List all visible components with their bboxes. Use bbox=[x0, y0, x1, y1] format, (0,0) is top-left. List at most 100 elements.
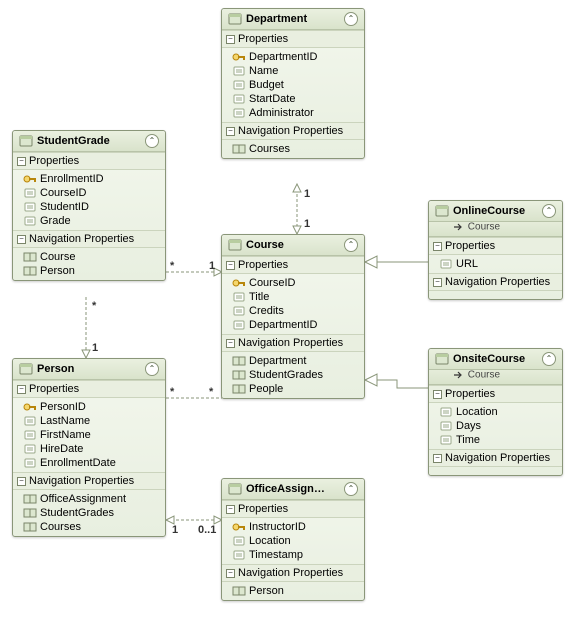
navprop-row[interactable]: StudentGrades bbox=[222, 368, 364, 382]
navprop-row[interactable]: Person bbox=[13, 264, 165, 278]
property-row[interactable]: FirstName bbox=[13, 428, 165, 442]
property-row[interactable]: Name bbox=[222, 64, 364, 78]
section-navprops-header[interactable]: −Navigation Properties bbox=[13, 472, 165, 490]
collapse-icon[interactable]: ⌃ bbox=[344, 12, 358, 26]
property-row[interactable]: Budget bbox=[222, 78, 364, 92]
section-properties-label: Properties bbox=[29, 155, 79, 167]
entity-header[interactable]: Department⌃ bbox=[222, 9, 364, 30]
collapse-minus-icon[interactable]: − bbox=[17, 477, 26, 486]
collapse-icon[interactable]: ⌃ bbox=[542, 204, 556, 218]
collapse-minus-icon[interactable]: − bbox=[433, 454, 442, 463]
property-row[interactable]: CourseID bbox=[13, 186, 165, 200]
section-properties-header[interactable]: −Properties bbox=[222, 256, 364, 274]
property-row[interactable]: PersonID bbox=[13, 400, 165, 414]
property-row[interactable]: Location bbox=[222, 534, 364, 548]
section-navprops-header[interactable]: −Navigation Properties bbox=[13, 230, 165, 248]
section-navprops-header[interactable]: −Navigation Properties bbox=[429, 449, 562, 467]
section-properties-header[interactable]: −Properties bbox=[429, 385, 562, 403]
property-row[interactable]: InstructorID bbox=[222, 520, 364, 534]
collapse-icon[interactable]: ⌃ bbox=[145, 362, 159, 376]
section-properties-header[interactable]: −Properties bbox=[429, 237, 562, 255]
property-label: StudentID bbox=[40, 201, 89, 213]
entity-title: StudentGrade bbox=[37, 135, 141, 147]
collapse-minus-icon[interactable]: − bbox=[433, 278, 442, 287]
navprop-row[interactable]: StudentGrades bbox=[13, 506, 165, 520]
entity-officeassignment[interactable]: OfficeAssign…⌃−Properties InstructorIDLoc… bbox=[221, 478, 365, 601]
navprop-row[interactable]: OfficeAssignment bbox=[13, 492, 165, 506]
entity-department[interactable]: Department⌃−Properties DepartmentIDNameBu… bbox=[221, 8, 365, 159]
section-properties-header[interactable]: −Properties bbox=[222, 500, 364, 518]
collapse-minus-icon[interactable]: − bbox=[226, 339, 235, 348]
property-row[interactable]: Location bbox=[429, 405, 562, 419]
property-label: DepartmentID bbox=[249, 319, 317, 331]
property-row[interactable]: Administrator bbox=[222, 106, 364, 120]
property-row[interactable]: EnrollmentID bbox=[13, 172, 165, 186]
property-row[interactable]: DepartmentID bbox=[222, 50, 364, 64]
section-properties-header[interactable]: −Properties bbox=[222, 30, 364, 48]
navprop-row[interactable]: Person bbox=[222, 584, 364, 598]
collapse-icon[interactable]: ⌃ bbox=[344, 482, 358, 496]
navprop-row[interactable]: Courses bbox=[13, 520, 165, 534]
entity-header[interactable]: Person⌃ bbox=[13, 359, 165, 380]
entity-course[interactable]: Course⌃−PropertiesCourseIDTitleCreditsDe… bbox=[221, 234, 365, 399]
property-row[interactable]: Time bbox=[429, 433, 562, 447]
navprop-row[interactable]: Courses bbox=[222, 142, 364, 156]
collapse-icon[interactable]: ⌃ bbox=[344, 238, 358, 252]
collapse-icon[interactable]: ⌃ bbox=[542, 352, 556, 366]
section-navprops-header[interactable]: −Navigation Properties bbox=[222, 122, 364, 140]
collapse-minus-icon[interactable]: − bbox=[433, 390, 442, 399]
property-row[interactable]: Credits bbox=[222, 304, 364, 318]
entity-header[interactable]: OfficeAssign…⌃ bbox=[222, 479, 364, 500]
entity-header[interactable]: OnlineCourse⌃ bbox=[429, 201, 562, 222]
entity-onsitecourse[interactable]: OnsiteCourse⌃ Course−PropertiesLocationD… bbox=[428, 348, 563, 476]
section-properties-label: Properties bbox=[445, 388, 495, 400]
key-icon bbox=[23, 401, 37, 413]
collapse-minus-icon[interactable]: − bbox=[226, 35, 235, 44]
navprop-label: OfficeAssignment bbox=[40, 493, 126, 505]
entity-onlinecourse[interactable]: OnlineCourse⌃ Course−PropertiesURL−Navig… bbox=[428, 200, 563, 300]
mult-dept-course-top: 1 bbox=[304, 188, 310, 200]
property-row[interactable]: Days bbox=[429, 419, 562, 433]
collapse-minus-icon[interactable]: − bbox=[17, 157, 26, 166]
entity-header[interactable]: Course⌃ bbox=[222, 235, 364, 256]
property-row[interactable]: Timestamp bbox=[222, 548, 364, 562]
navprop-row[interactable]: People bbox=[222, 382, 364, 396]
section-navprops-label: Navigation Properties bbox=[445, 452, 550, 464]
entity-header[interactable]: StudentGrade ⌃ bbox=[13, 131, 165, 152]
entity-studentgrade[interactable]: StudentGrade⌃−PropertiesEnrollmentIDCour… bbox=[12, 130, 166, 281]
navprop-icon bbox=[232, 383, 246, 395]
collapse-icon[interactable]: ⌃ bbox=[145, 134, 159, 148]
navprop-row[interactable]: Course bbox=[13, 250, 165, 264]
collapse-minus-icon[interactable]: − bbox=[226, 261, 235, 270]
section-navprops-header[interactable]: −Navigation Properties bbox=[429, 273, 562, 291]
collapse-minus-icon[interactable]: − bbox=[433, 242, 442, 251]
section-properties-header[interactable]: −Properties bbox=[13, 152, 165, 170]
section-navprops-label: Navigation Properties bbox=[445, 276, 550, 288]
collapse-minus-icon[interactable]: − bbox=[226, 505, 235, 514]
entity-header[interactable]: OnsiteCourse⌃ bbox=[429, 349, 562, 370]
property-row[interactable]: LastName bbox=[13, 414, 165, 428]
property-row[interactable]: URL bbox=[429, 257, 562, 271]
property-row[interactable]: EnrollmentDate bbox=[13, 456, 165, 470]
section-navprops-header[interactable]: −Navigation Properties bbox=[222, 564, 364, 582]
property-label: StartDate bbox=[249, 93, 295, 105]
property-row[interactable]: HireDate bbox=[13, 442, 165, 456]
mult-sg-course-right: 1 bbox=[209, 260, 215, 272]
property-row[interactable]: Title bbox=[222, 290, 364, 304]
property-row[interactable]: StartDate bbox=[222, 92, 364, 106]
property-row[interactable]: StudentID bbox=[13, 200, 165, 214]
entity-person[interactable]: Person⌃−Properties PersonIDLastNameFirstN… bbox=[12, 358, 166, 537]
property-row[interactable]: CourseID bbox=[222, 276, 364, 290]
collapse-minus-icon[interactable]: − bbox=[226, 569, 235, 578]
navprop-row[interactable]: Department bbox=[222, 354, 364, 368]
property-row[interactable]: Grade bbox=[13, 214, 165, 228]
collapse-minus-icon[interactable]: − bbox=[226, 127, 235, 136]
section-navprops-header[interactable]: −Navigation Properties bbox=[222, 334, 364, 352]
navprop-label: Course bbox=[40, 251, 75, 263]
collapse-minus-icon[interactable]: − bbox=[17, 235, 26, 244]
collapse-minus-icon[interactable]: − bbox=[17, 385, 26, 394]
section-properties-header[interactable]: −Properties bbox=[13, 380, 165, 398]
property-row[interactable]: DepartmentID bbox=[222, 318, 364, 332]
entity-base-label: Course bbox=[468, 222, 500, 233]
property-icon bbox=[232, 107, 246, 119]
